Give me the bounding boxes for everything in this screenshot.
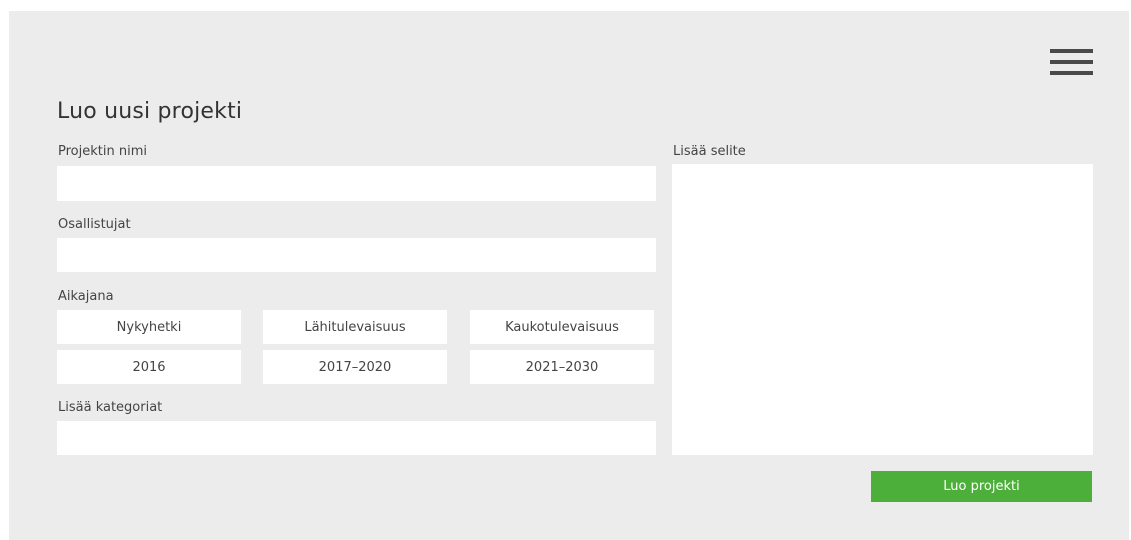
hamburger-menu-icon[interactable]: [1050, 49, 1093, 77]
categories-label: Lisää kategoriat: [58, 400, 163, 415]
project-name-input[interactable]: [57, 166, 656, 201]
timeline-period-far-future[interactable]: 2021–2030: [470, 350, 654, 384]
participants-input[interactable]: [57, 238, 656, 272]
participants-label: Osallistujat: [58, 217, 131, 232]
menu-bar: [1050, 71, 1093, 75]
create-project-button[interactable]: Luo projekti: [871, 471, 1092, 502]
categories-input[interactable]: [57, 421, 656, 455]
description-label: Lisää selite: [673, 144, 746, 159]
timeline-period-present[interactable]: 2016: [57, 350, 241, 384]
create-project-panel: Luo uusi projekti Projektin nimi Osallis…: [9, 11, 1129, 540]
timeline-label: Aikajana: [58, 289, 114, 304]
page-title: Luo uusi projekti: [57, 99, 243, 124]
timeline-option-far-future[interactable]: Kaukotulevaisuus: [470, 310, 654, 344]
project-name-label: Projektin nimi: [58, 144, 147, 159]
menu-bar: [1050, 60, 1093, 64]
timeline-option-present[interactable]: Nykyhetki: [57, 310, 241, 344]
menu-bar: [1050, 49, 1093, 53]
timeline-option-near-future[interactable]: Lähitulevaisuus: [263, 310, 447, 344]
description-textarea[interactable]: [672, 164, 1093, 455]
timeline-period-near-future[interactable]: 2017–2020: [263, 350, 447, 384]
